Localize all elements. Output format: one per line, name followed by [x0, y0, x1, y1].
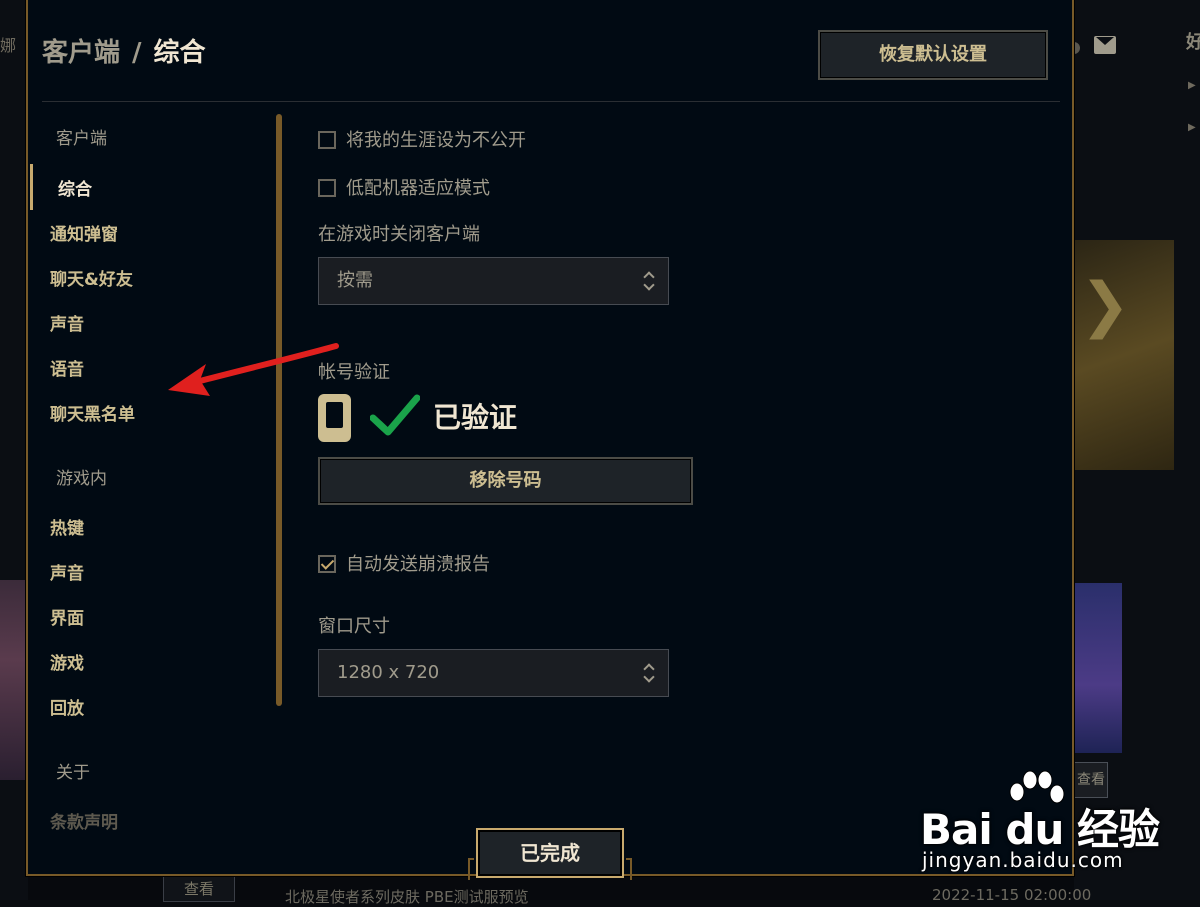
sidebar-item-chat-friends[interactable]: 聊天&好友	[50, 265, 133, 290]
next-chevron-icon[interactable]: ❯	[1080, 275, 1120, 335]
verified-status: 已验证	[318, 394, 578, 444]
select-value: 按需	[337, 258, 373, 304]
sidebar-scrollbar[interactable]	[276, 114, 282, 706]
checkbox-label: 将我的生涯设为不公开	[346, 130, 526, 151]
baidu-jingyan-watermark: Bai du 经验 jingyan.baidu.com	[920, 770, 1150, 880]
updown-arrow-icon	[644, 662, 654, 684]
sidebar-item-notifications[interactable]: 通知弹窗	[50, 220, 118, 245]
sidebar-item-voice[interactable]: 语音	[50, 355, 84, 380]
checkmark-icon	[370, 394, 420, 438]
restore-defaults-button[interactable]: 恢复默认设置	[818, 30, 1048, 80]
sidebar-item-chat-blocklist[interactable]: 聊天黑名单	[50, 400, 135, 425]
breadcrumb-current: 综合	[154, 38, 206, 68]
news-date: 2022-11-15 02:00:00	[932, 886, 1091, 904]
done-button[interactable]: 已完成	[476, 828, 624, 878]
nav-section-client: 客户端	[56, 124, 107, 149]
friends-panel-label: 好	[1186, 28, 1200, 54]
checkbox-label: 低配机器适应模式	[346, 178, 490, 199]
nav-active-indicator	[30, 164, 33, 210]
sidebar-item-interface[interactable]: 界面	[50, 604, 84, 629]
expand-triangle-icon[interactable]: ▶	[1188, 122, 1196, 133]
nav-section-ingame: 游戏内	[56, 464, 107, 489]
breadcrumb-section: 客户端	[42, 38, 120, 68]
window-size-label: 窗口尺寸	[318, 612, 390, 638]
checkbox-label: 自动发送崩溃报告	[346, 554, 490, 575]
left-background-strip: 娜	[0, 0, 28, 900]
sidebar-item-hotkeys[interactable]: 热键	[50, 514, 84, 539]
close-client-label: 在游戏时关闭客户端	[318, 220, 480, 246]
private-career-checkbox[interactable]: 将我的生涯设为不公开	[318, 126, 526, 152]
crash-report-checkbox[interactable]: 自动发送崩溃报告	[318, 550, 490, 576]
watermark-url: jingyan.baidu.com	[922, 848, 1124, 872]
sidebar-item-terms[interactable]: 条款声明	[50, 808, 118, 833]
phone-icon	[318, 394, 351, 442]
checkbox-box[interactable]	[318, 131, 336, 149]
low-spec-mode-checkbox[interactable]: 低配机器适应模式	[318, 174, 490, 200]
sidebar-item-game[interactable]: 游戏	[50, 649, 84, 674]
verified-text: 已验证	[433, 396, 517, 436]
sidebar-item-sound[interactable]: 声音	[50, 310, 84, 335]
checkbox-box[interactable]	[318, 555, 336, 573]
settings-modal: 客户端 / 综合 恢复默认设置 客户端 综合 通知弹窗 聊天&好友 声音 语音 聊天…	[26, 0, 1074, 876]
select-value: 1280 x 720	[337, 650, 439, 696]
account-verify-label: 帐号验证	[318, 358, 390, 384]
left-fragment-text: 娜	[0, 32, 28, 56]
sidebar-item-general[interactable]: 综合	[58, 175, 92, 200]
sidebar-item-replays[interactable]: 回放	[50, 694, 84, 719]
updown-arrow-icon	[644, 270, 654, 292]
checkbox-box[interactable]	[318, 179, 336, 197]
mail-icon[interactable]	[1094, 36, 1116, 54]
breadcrumb-separator: /	[132, 38, 142, 68]
right-background-strip: 好 ▶ ▶ ❯ 查看 2022-11-15 02:00:00	[1074, 0, 1200, 900]
frame-ornament	[468, 858, 474, 880]
skin-art	[1074, 583, 1122, 753]
expand-triangle-icon[interactable]: ▶	[1188, 80, 1196, 91]
view-button-bottom[interactable]: 查看	[163, 876, 235, 902]
header-divider	[42, 101, 1060, 102]
window-size-select[interactable]: 1280 x 720	[318, 649, 669, 697]
breadcrumb: 客户端 / 综合	[42, 32, 206, 69]
remove-number-button[interactable]: 移除号码	[318, 457, 693, 505]
nav-section-about: 关于	[56, 758, 90, 783]
news-title[interactable]: 北极星使者系列皮肤 PBE测试服预览	[285, 886, 529, 907]
close-client-select[interactable]: 按需	[318, 257, 669, 305]
sidebar-item-ingame-sound[interactable]: 声音	[50, 559, 84, 584]
frame-ornament	[626, 858, 632, 880]
done-button-frame: 已完成	[472, 828, 628, 880]
champion-art	[0, 580, 28, 780]
